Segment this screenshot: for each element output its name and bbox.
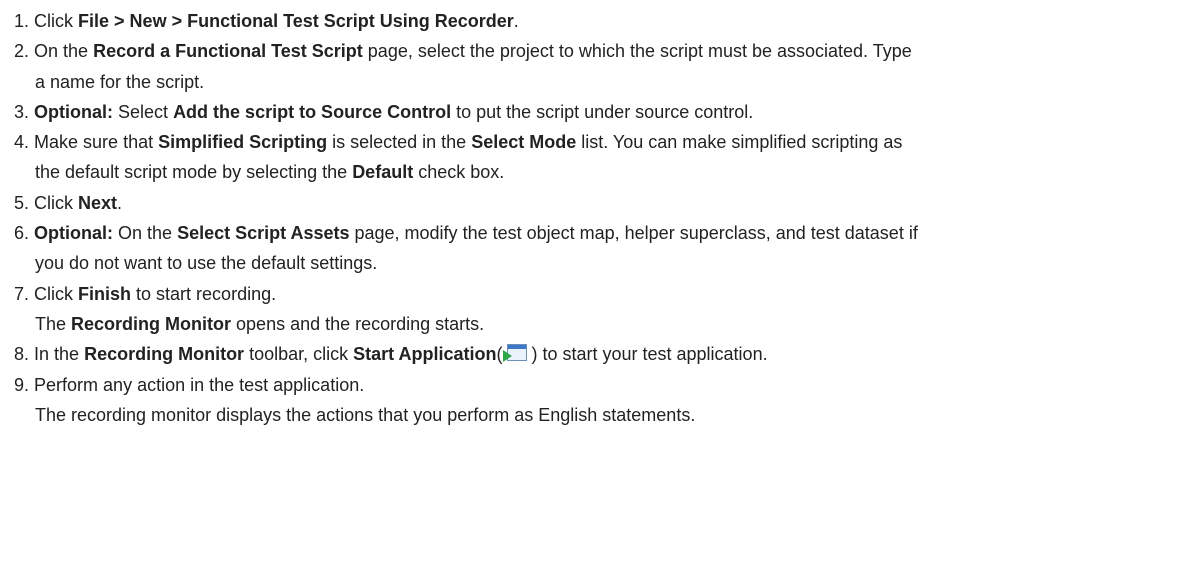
button-name: Finish	[78, 283, 132, 304]
step-7: 7. Click Finish to start recording.	[14, 279, 1201, 309]
step-3: 3. Optional: Select Add the script to So…	[14, 97, 1201, 127]
step-number: 3.	[14, 101, 30, 122]
step-number: 2.	[14, 41, 30, 62]
step-text: list. You can make simplified scripting …	[576, 132, 903, 153]
step-text: On the	[34, 41, 94, 62]
step-7-result: The Recording Monitor opens and the reco…	[14, 309, 1201, 339]
step-text: Make sure that	[34, 132, 159, 153]
step-text: is selected in the	[327, 132, 472, 153]
step-number: 1.	[14, 11, 30, 31]
step-number: 8.	[14, 344, 30, 365]
step-text: Click	[34, 283, 79, 304]
step-number: 4.	[14, 132, 30, 153]
step-number: 6.	[14, 223, 30, 244]
button-name: Start Application	[353, 344, 497, 365]
step-text: .	[513, 11, 519, 31]
step-9: 9. Perform any action in the test applic…	[14, 370, 1201, 400]
window-name: Recording Monitor	[84, 344, 245, 365]
step-9-result: The recording monitor displays the actio…	[35, 404, 696, 425]
step-text: On the	[113, 223, 178, 244]
step-6: 6. Optional: On the Select Script Assets…	[14, 218, 1201, 248]
optional-label: Optional:	[34, 223, 114, 244]
step-text: The	[35, 313, 72, 334]
step-number: 9.	[14, 374, 30, 395]
step-text: In the	[34, 344, 85, 365]
step-4-continuation: the default script mode by selecting the…	[14, 157, 1201, 187]
step-text: the default script mode by selecting the	[35, 162, 353, 183]
step-text: .	[117, 192, 123, 213]
option-name: Add the script to Source Control	[173, 101, 452, 122]
list-name: Select Mode	[471, 132, 577, 153]
menu-path: File > New > Functional Test Script Usin…	[78, 11, 514, 31]
page-name: Select Script Assets	[177, 223, 350, 244]
step-number: 7.	[14, 283, 30, 304]
mode-name: Simplified Scripting	[158, 132, 328, 153]
step-number: 5.	[14, 192, 30, 213]
step-8: 8. In the Recording Monitor toolbar, cli…	[14, 339, 1201, 369]
button-name: Next	[78, 192, 118, 213]
step-text: toolbar, click	[244, 344, 354, 365]
step-text: opens and the recording starts.	[231, 313, 485, 334]
step-1: 1. Click File > New > Functional Test Sc…	[14, 6, 1201, 36]
step-text: page, modify the test object map, helper…	[349, 223, 918, 244]
step-text: (	[496, 344, 503, 365]
step-4: 4. Make sure that Simplified Scripting i…	[14, 127, 1201, 157]
step-text: Click	[34, 192, 79, 213]
step-text: Click	[34, 11, 79, 31]
optional-label: Optional:	[34, 101, 114, 122]
step-text: to put the script under source control.	[451, 101, 754, 122]
step-text: to start recording.	[131, 283, 277, 304]
step-2-continuation: a name for the script.	[35, 71, 205, 92]
step-text: ) to start your test application.	[531, 344, 768, 365]
step-text: check box.	[413, 162, 505, 183]
step-text: Perform any action in the test applicati…	[34, 374, 365, 395]
page-name: Record a Functional Test Script	[93, 41, 363, 62]
step-text: Select	[113, 101, 174, 122]
step-5: 5. Click Next.	[14, 188, 1201, 218]
checkbox-name: Default	[352, 162, 414, 183]
step-2: 2. On the Record a Functional Test Scrip…	[14, 36, 1201, 66]
step-text: page, select the project to which the sc…	[362, 41, 912, 62]
step-6-continuation: you do not want to use the default setti…	[35, 253, 378, 274]
start-application-icon	[503, 344, 529, 363]
window-name: Recording Monitor	[71, 313, 232, 334]
procedure-steps: 1. Click File > New > Functional Test Sc…	[0, 0, 1201, 430]
